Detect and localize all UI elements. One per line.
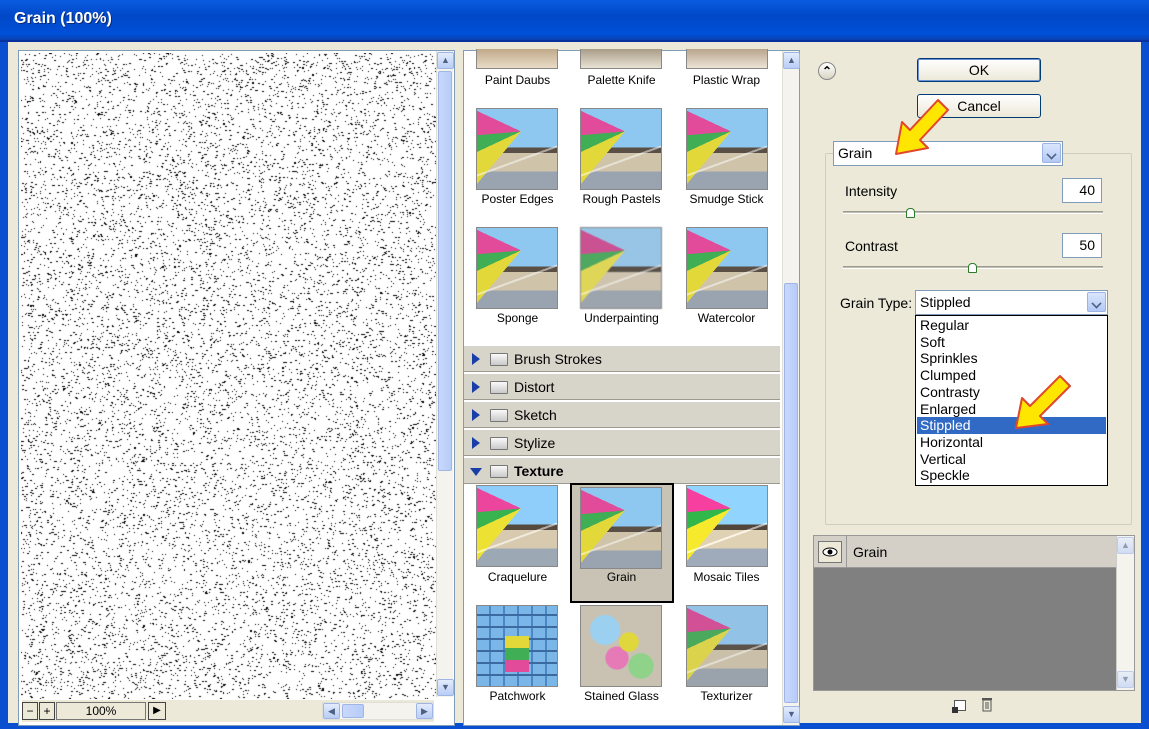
- filter-thumb[interactable]: [476, 485, 558, 567]
- disclosure-triangle-icon: [472, 381, 480, 393]
- intensity-label: Intensity: [845, 183, 898, 199]
- grain-type-label: Grain Type:: [840, 295, 913, 311]
- filter-thumb[interactable]: [686, 108, 768, 190]
- disclosure-triangle-icon: [470, 468, 482, 476]
- collapse-icon[interactable]: ⌃: [818, 62, 836, 80]
- zoom-out-button[interactable]: −: [22, 702, 38, 720]
- scroll-up-icon[interactable]: ▲: [783, 52, 800, 69]
- title-bar: Grain (100%): [0, 0, 1149, 42]
- grain-type-option[interactable]: Sprinkles: [917, 350, 1106, 367]
- folder-icon: [490, 465, 508, 478]
- filter-label[interactable]: Watercolor: [674, 311, 779, 325]
- filter-label[interactable]: Mosaic Tiles: [674, 570, 779, 584]
- folder-icon: [490, 353, 508, 366]
- chevron-down-icon[interactable]: [1087, 292, 1106, 312]
- preview-hscroll-thumb[interactable]: [342, 704, 364, 718]
- filter-thumb[interactable]: [580, 605, 662, 687]
- filter-thumb[interactable]: [580, 227, 662, 309]
- filter-label[interactable]: Poster Edges: [465, 192, 570, 206]
- window-title: Grain (100%): [14, 10, 112, 27]
- filter-label[interactable]: Rough Pastels: [569, 192, 674, 206]
- folder-icon: [490, 381, 508, 394]
- ok-button[interactable]: OK: [917, 58, 1041, 82]
- filter-label[interactable]: Stained Glass: [569, 689, 674, 703]
- preview-vscroll[interactable]: ▲ ▼: [436, 51, 454, 697]
- filter-thumb[interactable]: [686, 49, 768, 69]
- filter-thumb[interactable]: [580, 49, 662, 69]
- disclosure-triangle-icon: [472, 437, 480, 449]
- filter-thumb[interactable]: [476, 605, 558, 687]
- highlight-arrow-icon: [895, 99, 949, 155]
- zoom-level[interactable]: 100%: [56, 702, 146, 720]
- layers-vscroll[interactable]: ▲ ▼: [1116, 536, 1134, 690]
- filter-label[interactable]: Craquelure: [465, 570, 570, 584]
- filter-thumb[interactable]: [686, 227, 768, 309]
- preview-pane[interactable]: ▲ ▼: [18, 50, 455, 726]
- scroll-right-icon[interactable]: ▶: [416, 703, 433, 719]
- filter-label[interactable]: Patchwork: [465, 689, 570, 703]
- category-brush-strokes[interactable]: Brush Strokes: [464, 345, 780, 372]
- filter-label[interactable]: Smudge Stick: [674, 192, 779, 206]
- scroll-left-icon[interactable]: ◀: [323, 703, 340, 719]
- filter-thumb[interactable]: [686, 485, 768, 567]
- chevron-down-icon[interactable]: [1042, 143, 1061, 163]
- contrast-label: Contrast: [845, 238, 898, 254]
- scroll-up-icon[interactable]: ▲: [437, 52, 454, 69]
- intensity-slider-knob[interactable]: [905, 208, 915, 218]
- filter-label[interactable]: Sponge: [465, 311, 570, 325]
- preview-hscroll[interactable]: ◀ ▶: [322, 702, 434, 720]
- preview-scroll-thumb[interactable]: [438, 71, 452, 471]
- filter-label[interactable]: Plastic Wrap: [674, 73, 779, 87]
- scroll-down-icon[interactable]: ▼: [783, 706, 800, 723]
- filter-thumb-grain[interactable]: [580, 487, 662, 569]
- effect-layers-panel[interactable]: Grain ▲ ▼: [813, 535, 1135, 691]
- scroll-down-icon[interactable]: ▼: [1117, 671, 1134, 688]
- gallery-vscroll[interactable]: ▲ ▼: [782, 51, 800, 725]
- zoom-in-button[interactable]: +: [39, 702, 55, 720]
- folder-icon: [490, 437, 508, 450]
- grain-type-option[interactable]: Horizontal: [917, 434, 1106, 451]
- gallery-scroll-thumb[interactable]: [784, 283, 798, 703]
- filter-label-selected[interactable]: Grain: [569, 570, 674, 584]
- intensity-slider[interactable]: [843, 211, 1103, 214]
- grain-type-option[interactable]: Speckle: [917, 467, 1106, 484]
- category-sketch[interactable]: Sketch: [464, 401, 780, 428]
- filter-label[interactable]: Underpainting: [569, 311, 674, 325]
- effect-layer-row[interactable]: Grain: [814, 536, 1116, 568]
- filter-label[interactable]: Texturizer: [674, 689, 779, 703]
- highlight-arrow-icon: [1015, 375, 1071, 429]
- eye-icon[interactable]: [818, 541, 842, 563]
- scroll-up-icon[interactable]: ▲: [1117, 537, 1134, 554]
- category-distort[interactable]: Distort: [464, 373, 780, 400]
- filter-thumb[interactable]: [476, 108, 558, 190]
- new-layer-icon[interactable]: [952, 700, 966, 713]
- scroll-down-icon[interactable]: ▼: [437, 679, 454, 696]
- window-frame-left: [0, 42, 8, 729]
- filter-thumb[interactable]: [476, 49, 558, 69]
- contrast-slider-knob[interactable]: [968, 263, 977, 273]
- zoom-menu-button[interactable]: ▶: [148, 702, 166, 720]
- disclosure-triangle-icon: [472, 409, 480, 421]
- zoom-bar: − + 100% ▶ ◀ ▶: [22, 700, 434, 722]
- trash-icon[interactable]: [981, 697, 993, 712]
- grain-preview-image: [21, 53, 436, 699]
- category-texture[interactable]: Texture: [464, 457, 780, 484]
- disclosure-triangle-icon: [472, 353, 480, 365]
- filter-thumb[interactable]: [686, 605, 768, 687]
- window-frame-right: [1141, 42, 1149, 729]
- category-stylize[interactable]: Stylize: [464, 429, 780, 456]
- grain-type-option[interactable]: Vertical: [917, 451, 1106, 468]
- filter-label[interactable]: Palette Knife: [569, 73, 674, 87]
- grain-type-select[interactable]: Stippled: [915, 290, 1108, 315]
- grain-type-option[interactable]: Regular: [917, 317, 1106, 334]
- effect-layer-name: Grain: [853, 544, 888, 560]
- folder-icon: [490, 409, 508, 422]
- intensity-field[interactable]: 40: [1062, 178, 1102, 203]
- contrast-field[interactable]: 50: [1062, 233, 1102, 258]
- filter-thumb[interactable]: [476, 227, 558, 309]
- grain-type-option[interactable]: Soft: [917, 334, 1106, 351]
- filter-thumb[interactable]: [580, 108, 662, 190]
- filter-label[interactable]: Paint Daubs: [465, 73, 570, 87]
- filter-gallery[interactable]: Paint Daubs Palette Knife Plastic Wrap P…: [463, 49, 800, 726]
